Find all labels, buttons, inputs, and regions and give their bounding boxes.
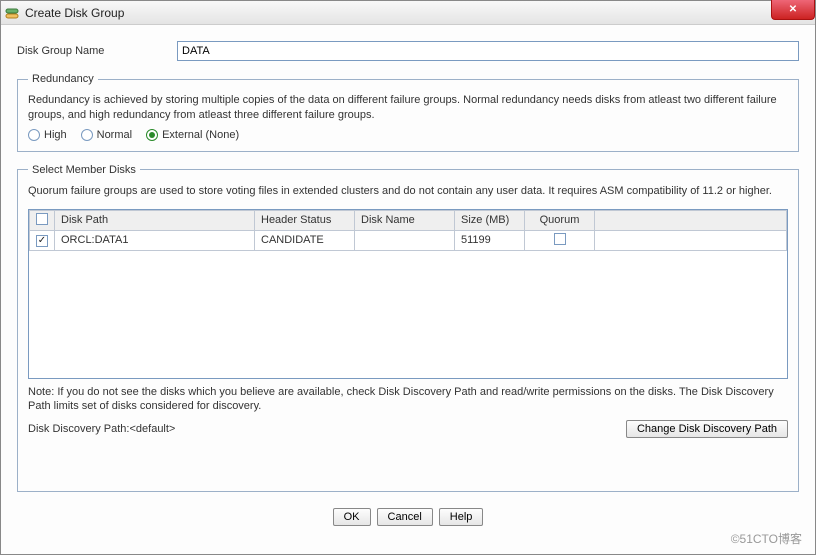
- close-button[interactable]: ✕: [771, 0, 815, 20]
- help-button[interactable]: Help: [439, 508, 484, 526]
- radio-icon: [28, 129, 40, 141]
- radio-icon: [81, 129, 93, 141]
- col-header-status[interactable]: Header Status: [255, 210, 355, 230]
- redundancy-high-radio[interactable]: High: [28, 129, 67, 141]
- disks-table-wrap: Disk Path Header Status Disk Name Size (…: [28, 209, 788, 379]
- redundancy-group: Redundancy Redundancy is achieved by sto…: [17, 73, 799, 152]
- redundancy-external-radio[interactable]: External (None): [146, 129, 239, 141]
- cell-size: 51199: [455, 230, 525, 250]
- member-disks-description: Quorum failure groups are used to store …: [28, 184, 788, 199]
- cell-header-status: CANDIDATE: [255, 230, 355, 250]
- col-disk-name[interactable]: Disk Name: [355, 210, 455, 230]
- disks-table: Disk Path Header Status Disk Name Size (…: [29, 210, 787, 251]
- cancel-button[interactable]: Cancel: [377, 508, 433, 526]
- cell-disk-path: ORCL:DATA1: [55, 230, 255, 250]
- change-disk-discovery-path-button[interactable]: Change Disk Discovery Path: [626, 420, 788, 438]
- disks-note: Note: If you do not see the disks which …: [28, 385, 788, 415]
- discovery-path-label: Disk Discovery Path:: [28, 423, 129, 435]
- disk-group-name-label: Disk Group Name: [17, 45, 167, 57]
- table-header-row: Disk Path Header Status Disk Name Size (…: [30, 210, 787, 230]
- redundancy-external-label: External (None): [162, 129, 239, 141]
- radio-icon: [146, 129, 158, 141]
- redundancy-description: Redundancy is achieved by storing multip…: [28, 93, 788, 123]
- col-spacer: [595, 210, 787, 230]
- footer-buttons: OK Cancel Help: [17, 500, 799, 538]
- table-row[interactable]: ORCL:DATA1 CANDIDATE 51199: [30, 230, 787, 250]
- create-disk-group-dialog: Create Disk Group ✕ Disk Group Name Redu…: [0, 0, 816, 555]
- redundancy-legend: Redundancy: [28, 73, 98, 85]
- titlebar: Create Disk Group ✕: [1, 1, 815, 25]
- redundancy-high-label: High: [44, 129, 67, 141]
- col-quorum[interactable]: Quorum: [525, 210, 595, 230]
- window-title: Create Disk Group: [25, 6, 124, 20]
- row-checkbox[interactable]: [36, 235, 48, 247]
- name-row: Disk Group Name: [17, 41, 799, 61]
- col-disk-path[interactable]: Disk Path: [55, 210, 255, 230]
- member-disks-legend: Select Member Disks: [28, 164, 140, 176]
- redundancy-normal-radio[interactable]: Normal: [81, 129, 132, 141]
- cell-spacer: [595, 230, 787, 250]
- cell-disk-name: [355, 230, 455, 250]
- redundancy-options: High Normal External (None): [28, 129, 788, 141]
- redundancy-normal-label: Normal: [97, 129, 132, 141]
- select-member-disks-group: Select Member Disks Quorum failure group…: [17, 164, 799, 492]
- discovery-path-text: Disk Discovery Path:<default>: [28, 423, 175, 435]
- discovery-path-row: Disk Discovery Path:<default> Change Dis…: [28, 420, 788, 438]
- close-icon: ✕: [789, 4, 797, 15]
- app-icon: [5, 6, 19, 20]
- ok-button[interactable]: OK: [333, 508, 371, 526]
- col-size[interactable]: Size (MB): [455, 210, 525, 230]
- disk-group-name-input[interactable]: [177, 41, 799, 61]
- discovery-path-value: <default>: [129, 423, 175, 435]
- quorum-checkbox[interactable]: [554, 233, 566, 245]
- select-all-checkbox[interactable]: [36, 213, 48, 225]
- dialog-content: Disk Group Name Redundancy Redundancy is…: [1, 25, 815, 554]
